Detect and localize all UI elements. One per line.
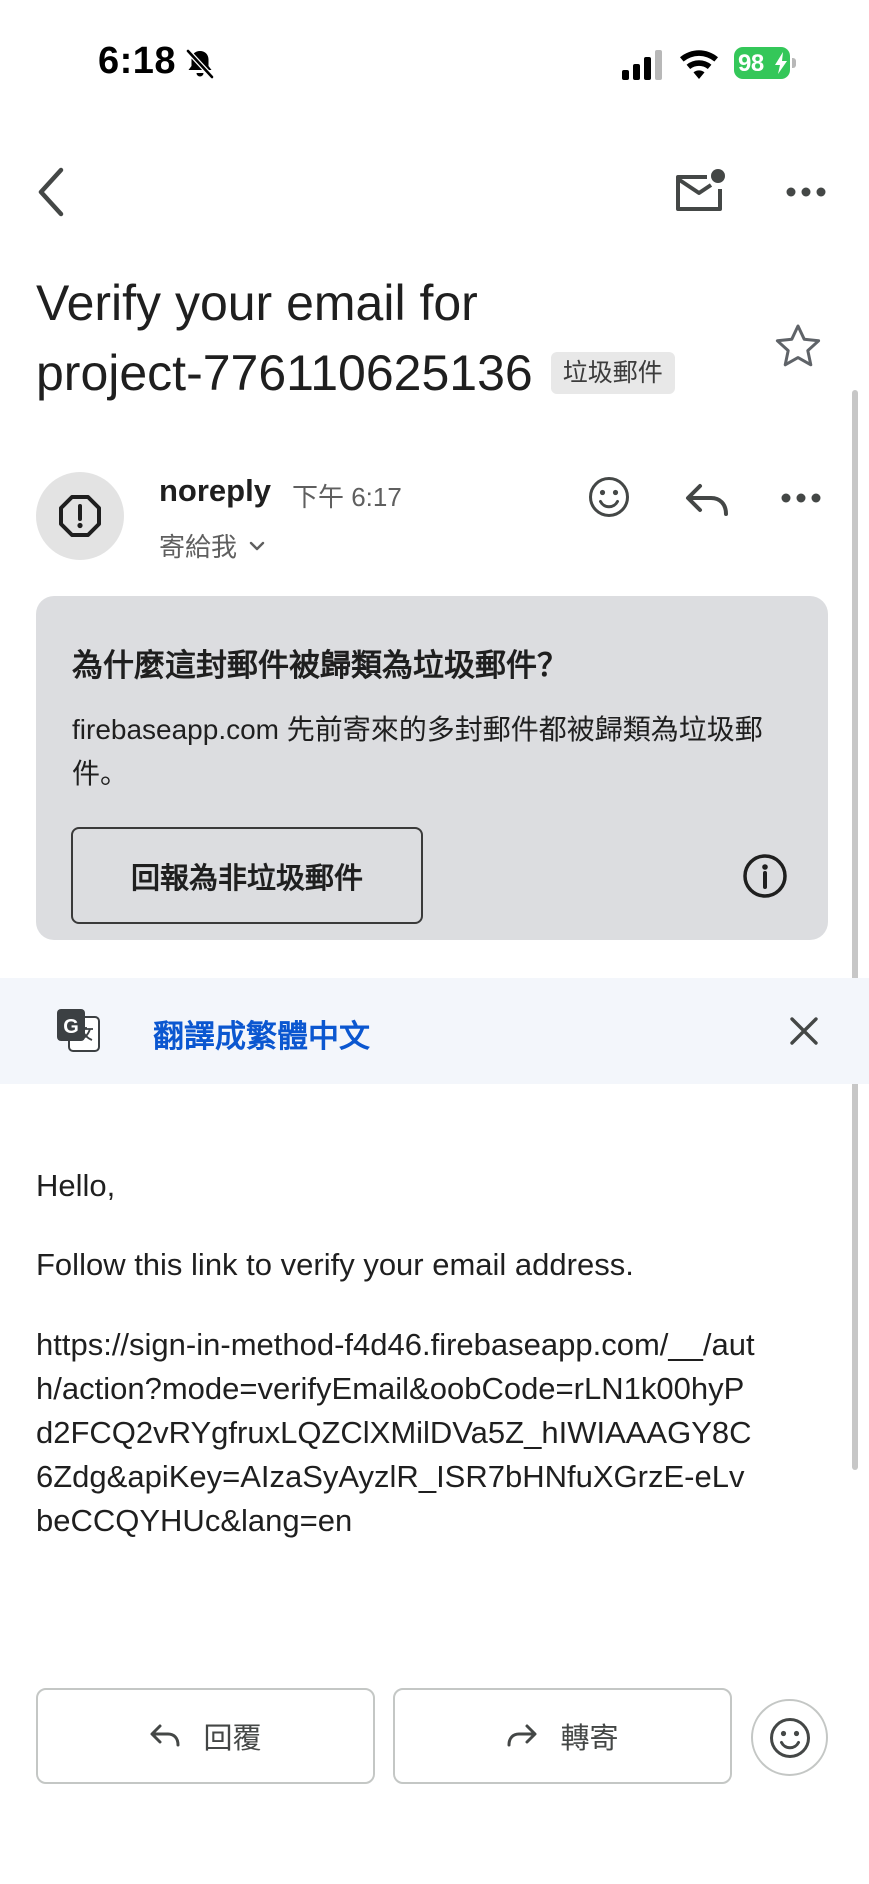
email-subject: Verify your email for project-7761106251…: [36, 268, 776, 408]
wifi-icon: [680, 50, 718, 79]
report-not-spam-button[interactable]: 回報為非垃圾郵件: [71, 827, 423, 924]
subject-line-2-row: project-776110625136 垃圾郵件: [36, 338, 675, 408]
scrollbar[interactable]: [852, 390, 858, 1470]
reply-arrow-icon: [150, 1724, 180, 1747]
email-instruction: Follow this link to verify your email ad…: [36, 1247, 634, 1282]
mail-unread-icon: [676, 169, 725, 211]
sent-time: 下午 6:17: [292, 482, 402, 512]
chevron-down-icon: [249, 541, 265, 550]
forward-action-button[interactable]: 轉寄: [393, 1688, 732, 1784]
spam-notice-card: 為什麼這封郵件被歸類為垃圾郵件？ firebaseapp.com 先前寄來的多封…: [36, 596, 828, 940]
info-icon: [743, 854, 787, 898]
spam-notice-title: 為什麼這封郵件被歸類為垃圾郵件？: [72, 648, 568, 683]
message-more-options-button[interactable]: [776, 480, 826, 516]
email-greeting: Hello,: [36, 1168, 116, 1203]
star-outline-icon: [775, 324, 821, 367]
cellular-signal-icon: [622, 50, 662, 80]
recipient-details-toggle[interactable]: 寄給我: [159, 527, 265, 564]
more-options-button[interactable]: [776, 172, 836, 212]
reply-action-button[interactable]: 回覆: [36, 1688, 375, 1784]
translate-bar: G 翻譯成繁體中文: [0, 978, 869, 1084]
battery-nub: [792, 58, 796, 68]
add-reaction-button[interactable]: [586, 474, 632, 520]
more-horizontal-icon: [781, 493, 821, 503]
more-horizontal-icon: [786, 187, 826, 197]
close-icon: [790, 1017, 818, 1045]
subject-line-1: Verify your email for: [36, 275, 478, 331]
forward-arrow-icon: [507, 1724, 537, 1747]
charging-bolt-icon: [775, 52, 787, 74]
emoji-smile-icon: [589, 477, 629, 517]
status-time: 6:18: [98, 40, 177, 82]
star-button[interactable]: [770, 318, 826, 374]
emoji-reaction-button[interactable]: [751, 1699, 828, 1776]
spam-label-badge[interactable]: 垃圾郵件: [550, 352, 675, 394]
status-bar: 6:18 98: [0, 0, 869, 120]
verification-link[interactable]: https://sign-in-method-f4d46.firebaseapp…: [36, 1323, 756, 1543]
spam-notice-description: firebaseapp.com 先前寄來的多封郵件都被歸類為垃圾郵件。: [72, 714, 763, 789]
recipient-label: 寄給我: [159, 532, 238, 562]
spam-info-button[interactable]: [741, 852, 789, 900]
translate-close-button[interactable]: [785, 1012, 823, 1050]
reply-action-label: 回覆: [203, 1723, 262, 1755]
subject-line-2: project-776110625136: [36, 345, 533, 401]
svg-text:G: G: [63, 1016, 79, 1038]
sender-name: noreply: [159, 473, 271, 508]
battery-indicator: 98: [734, 47, 796, 79]
sender-avatar[interactable]: [36, 472, 124, 560]
reply-button[interactable]: [682, 478, 732, 522]
bell-off-icon: [186, 49, 214, 79]
chevron-left-icon: [38, 167, 64, 217]
spam-warning-icon: [59, 495, 101, 537]
battery-percent: 98: [738, 50, 764, 77]
google-translate-icon: G: [57, 1009, 100, 1052]
forward-action-label: 轉寄: [560, 1723, 619, 1755]
email-view-screen: 6:18 98 Verify your email for project-77…: [0, 0, 869, 1884]
translate-link[interactable]: 翻譯成繁體中文: [153, 1011, 370, 1056]
mark-unread-button[interactable]: [670, 162, 730, 222]
reply-arrow-icon: [686, 484, 728, 516]
back-button[interactable]: [26, 162, 76, 222]
emoji-smile-icon: [769, 1717, 810, 1758]
